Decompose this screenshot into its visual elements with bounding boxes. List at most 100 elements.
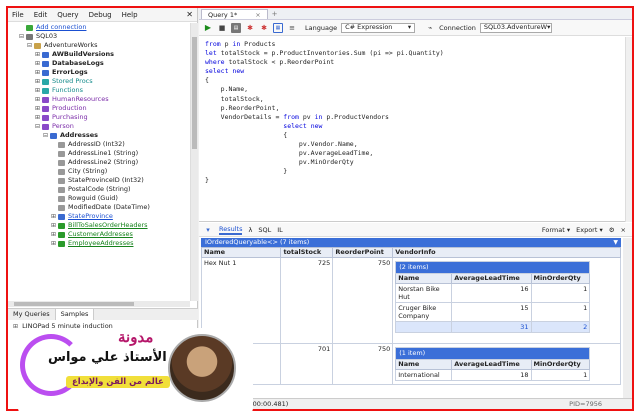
expand-icon[interactable]: ⊞ (34, 68, 41, 77)
node-icon (58, 240, 65, 247)
menu-debug[interactable]: Debug (89, 11, 112, 19)
debug-icon[interactable]: ✱ (245, 23, 255, 33)
language-select[interactable]: C# Expression ▾ (341, 22, 416, 33)
language-label: Language (305, 23, 338, 32)
tree-node[interactable]: ⊞ Production (8, 104, 190, 113)
connection-select[interactable]: SQL03.AdventureW ▾ (479, 22, 552, 33)
tree-node[interactable]: ⊞ HumanResources (8, 95, 190, 104)
tab-query-1[interactable]: Query 1* × (201, 9, 268, 19)
collapse-icon[interactable]: ⊟ (42, 131, 49, 140)
totals-row: 31 2 (395, 321, 591, 333)
scroll-thumb[interactable] (192, 37, 197, 149)
text-results-icon[interactable]: ≡ (287, 23, 297, 33)
collapse-icon[interactable]: ⊟ (34, 122, 41, 131)
tree-node[interactable]: AddressLine2 (String) (8, 158, 190, 167)
tree-node[interactable]: ModifiedDate (DateTime) (8, 203, 190, 212)
tree-node[interactable]: ⊟ Person (8, 122, 190, 131)
tree-node[interactable]: City (String) (8, 167, 190, 176)
expand-icon[interactable]: ⊞ (34, 86, 41, 95)
tree-node[interactable]: ⊟ AdventureWorks (8, 41, 190, 50)
scroll-thumb[interactable] (14, 302, 134, 306)
expand-icon[interactable]: ⊞ (12, 323, 19, 330)
expand-icon[interactable]: ⊞ (34, 95, 41, 104)
tree-vertical-scrollbar[interactable] (190, 23, 198, 301)
grid-results-icon[interactable]: ▦ (273, 22, 283, 33)
tree-node[interactable]: ⊞ CustomerAddresses (8, 230, 190, 239)
format-menu[interactable]: Format ▾ (542, 226, 570, 234)
results-mode-icon[interactable]: ▤ (231, 22, 241, 33)
menu-help[interactable]: Help (122, 11, 138, 19)
close-tab-icon[interactable]: × (255, 11, 260, 19)
export-menu[interactable]: Export ▾ (576, 226, 603, 234)
tree-node[interactable]: ⊞ StateProvince (8, 212, 190, 221)
add-connection-link[interactable]: Add connection (36, 23, 86, 32)
table-row[interactable]: Head Race701750(1 item)NameAverageLeadTi… (201, 343, 621, 385)
expand-icon[interactable]: ⊞ (34, 77, 41, 86)
tab-lambda[interactable]: λ (248, 226, 252, 234)
nested-cell: 1 (530, 283, 591, 303)
node-icon (42, 87, 49, 94)
tree-node[interactable]: ⊞ AWBuildVersions (8, 50, 190, 59)
code-editor[interactable]: from p in Products let totalStock = p.Pro… (199, 37, 632, 222)
close-results-icon[interactable]: × (621, 226, 626, 234)
expand-icon[interactable]: ⊞ (50, 230, 57, 239)
tree-node[interactable]: ⊟ Addresses (8, 131, 190, 140)
tree-node[interactable]: PostalCode (String) (8, 185, 190, 194)
tree-node[interactable]: ⊞ BillToSalesOrderHeaders (8, 221, 190, 230)
tree-node[interactable]: AddressLine1 (String) (8, 149, 190, 158)
code-keyword: new (310, 121, 323, 130)
menu-edit[interactable]: Edit (34, 11, 48, 19)
tab-sql[interactable]: SQL (258, 226, 271, 234)
nested-cell: Norstan Bike Hut (395, 283, 453, 303)
tree-node[interactable]: ⊞ DatabaseLogs (8, 59, 190, 68)
expand-icon[interactable]: ⊞ (34, 104, 41, 113)
run-icon[interactable]: ▶ (203, 23, 213, 33)
expand-icon[interactable]: ⊞ (34, 50, 41, 59)
editor-scrollbar[interactable] (625, 37, 632, 222)
nested-cell: 1 (530, 369, 591, 381)
menu-file[interactable]: File (12, 11, 24, 19)
tree-node[interactable]: AddressID (Int32) (8, 140, 190, 149)
stop-icon[interactable]: ■ (217, 23, 227, 33)
code-line: } (205, 167, 626, 176)
tree-node[interactable]: ⊞ EmployeeAddresses (8, 239, 190, 248)
tree-node[interactable]: ⊞ Functions (8, 86, 190, 95)
node-icon (42, 51, 49, 58)
expand-icon[interactable]: ⊞ (50, 221, 57, 230)
collapse-icon[interactable]: ⊟ (18, 32, 25, 41)
code-line: } (205, 176, 626, 185)
server-node[interactable]: ⊟ SQL03 (8, 32, 190, 41)
table-row[interactable]: Hex Nut 1 725 750 (2 items) Name AverageLeadT… (201, 257, 621, 344)
download-icon[interactable]: ▼ (613, 238, 618, 247)
tab-il[interactable]: IL (277, 226, 283, 234)
tree-node[interactable]: StateProvinceID (Int32) (8, 176, 190, 185)
expand-icon[interactable]: ⊞ (34, 113, 41, 122)
expand-icon[interactable]: ⊞ (50, 239, 57, 248)
link-icon[interactable]: ⌁ (425, 23, 435, 33)
node-icon (58, 168, 65, 175)
tab-results[interactable]: Results (219, 225, 243, 235)
results-collapse-icon[interactable]: ▾ (203, 225, 213, 235)
tab-samples[interactable]: Samples (55, 309, 95, 320)
expand-icon[interactable]: ⊞ (34, 59, 41, 68)
add-connection-row[interactable]: Add connection (8, 23, 190, 32)
tree-node[interactable]: Rowguid (Guid) (8, 194, 190, 203)
menu-query[interactable]: Query (57, 11, 78, 19)
settings-icon[interactable]: ⚙ (609, 226, 615, 234)
code-line: p.Name, (205, 85, 626, 94)
expand-icon[interactable]: ⊞ (50, 212, 57, 221)
tree-node[interactable]: ⊞ Stored Procs (8, 77, 190, 86)
node-icon (42, 78, 49, 85)
collapse-icon[interactable]: ⊟ (26, 41, 33, 50)
tree-horizontal-scrollbar[interactable] (8, 301, 190, 307)
tree-node-label: City (String) (68, 167, 108, 175)
debug-step-icon[interactable]: ✱ (259, 23, 269, 33)
results-scrollbar[interactable] (623, 238, 632, 398)
tree-node[interactable]: ⊞ ErrorLogs (8, 68, 190, 77)
new-tab-icon[interactable]: + (272, 9, 278, 19)
tree-node[interactable]: ⊞ Purchasing (8, 113, 190, 122)
connection-value: SQL03.AdventureW (483, 23, 548, 31)
code-keyword: where (205, 58, 225, 67)
tab-my-queries[interactable]: My Queries (8, 309, 56, 320)
close-icon[interactable]: ✕ (186, 10, 193, 19)
